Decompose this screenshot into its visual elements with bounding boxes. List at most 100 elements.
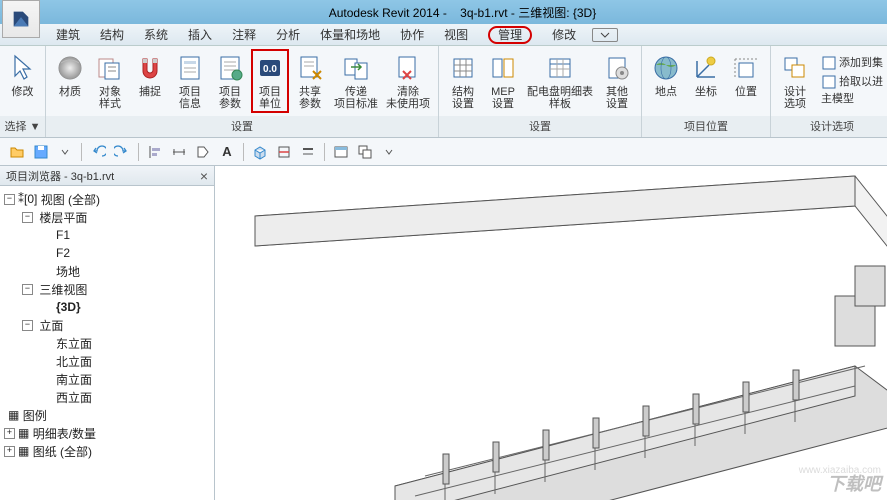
viewport-3d[interactable]: 下载吧 www.xiazaiba.com	[215, 166, 887, 500]
tree-legends[interactable]: ▦ 图例	[2, 406, 212, 424]
position-button[interactable]: 位置	[728, 50, 764, 100]
qat-align-button[interactable]	[144, 141, 166, 163]
tree-3d-views[interactable]: − 三维视图	[2, 280, 212, 298]
undo-icon	[90, 144, 106, 160]
cube-icon	[252, 144, 268, 160]
qat-dim-button[interactable]	[168, 141, 190, 163]
materials-button[interactable]: 材质	[52, 50, 88, 100]
qat-switch-window-button[interactable]	[354, 141, 376, 163]
qat-dropdown-2[interactable]	[378, 141, 400, 163]
main-area: 项目浏览器 - 3q-b1.rvt × −⁑[0] 视图 (全部) − 楼层平面…	[0, 166, 887, 500]
cursor-icon	[7, 52, 39, 84]
project-units-icon: 0.0	[254, 52, 286, 84]
project-browser-tree[interactable]: −⁑[0] 视图 (全部) − 楼层平面 F1 F2 场地 − 三维视图 {3D…	[0, 186, 214, 464]
panel-label-design-options[interactable]: 设计选项	[771, 116, 887, 137]
additional-settings-button[interactable]: 其他 设置	[599, 50, 635, 112]
section-icon	[276, 144, 292, 160]
menu-insert[interactable]: 插入	[178, 24, 222, 45]
shared-params-button[interactable]: 共享 参数	[292, 50, 328, 112]
tree-item-f1[interactable]: F1	[2, 226, 212, 244]
menu-massing[interactable]: 体量和场地	[310, 24, 390, 45]
separator	[138, 143, 139, 161]
transfer-icon	[340, 52, 372, 84]
tree-sheets[interactable]: +▦ 图纸 (全部)	[2, 442, 212, 460]
tree-item-west[interactable]: 西立面	[2, 388, 212, 406]
project-info-icon	[174, 52, 206, 84]
qat-section-button[interactable]	[273, 141, 295, 163]
structural-icon	[447, 52, 479, 84]
pick-icon	[821, 74, 837, 90]
align-icon	[147, 144, 163, 160]
tree-schedules[interactable]: +▦ 明细表/数量	[2, 424, 212, 442]
panel-label-settings[interactable]: 设置	[46, 116, 438, 137]
magnet-icon	[134, 52, 166, 84]
menu-annotate[interactable]: 注释	[222, 24, 266, 45]
qat-undo-button[interactable]	[87, 141, 109, 163]
menu-structure[interactable]: 结构	[90, 24, 134, 45]
modify-button[interactable]: 修改	[6, 50, 39, 100]
tree-item-east[interactable]: 东立面	[2, 334, 212, 352]
tree-root-views[interactable]: −⁑[0] 视图 (全部)	[2, 190, 212, 208]
project-units-button[interactable]: 0.0 项目 单位	[252, 50, 288, 112]
menu-overflow-dropdown[interactable]	[592, 28, 618, 42]
schedule-icon	[544, 52, 576, 84]
object-styles-button[interactable]: 对象 样式	[92, 50, 128, 112]
qat-redo-button[interactable]	[111, 141, 133, 163]
add-to-set-button[interactable]: 添加到集	[817, 54, 887, 72]
tree-item-site[interactable]: 场地	[2, 262, 212, 280]
snaps-button[interactable]: 捕捉	[132, 50, 168, 100]
panel-schedule-button[interactable]: 配电盘明细表 样板	[525, 50, 595, 112]
chevron-down-icon	[60, 147, 70, 157]
app-logo-button[interactable]	[2, 0, 40, 38]
tree-item-north[interactable]: 北立面	[2, 352, 212, 370]
menu-architecture[interactable]: 建筑	[46, 24, 90, 45]
project-params-button[interactable]: 项目 参数	[212, 50, 248, 112]
structural-settings-button[interactable]: 结构 设置	[445, 50, 481, 112]
purge-unused-button[interactable]: 清除 未使用项	[384, 50, 432, 112]
panel-label-settings2[interactable]: 设置	[439, 116, 641, 137]
qat-save-button[interactable]	[30, 141, 52, 163]
panel-label-location[interactable]: 项目位置	[642, 116, 770, 137]
tree-item-south[interactable]: 南立面	[2, 370, 212, 388]
panel-label-select[interactable]: 选择 ▼	[0, 116, 45, 137]
qat-text-button[interactable]: A	[216, 141, 238, 163]
qat-thin-lines-button[interactable]	[297, 141, 319, 163]
windows-icon	[357, 144, 373, 160]
svg-text:A: A	[222, 144, 232, 159]
window-icon	[333, 144, 349, 160]
watermark-url: www.xiazaiba.com	[799, 465, 881, 476]
qat-tag-button[interactable]	[192, 141, 214, 163]
menu-analyze[interactable]: 分析	[266, 24, 310, 45]
tree-item-f2[interactable]: F2	[2, 244, 212, 262]
qat-dropdown-1[interactable]	[54, 141, 76, 163]
mep-settings-button[interactable]: MEP 设置	[485, 50, 521, 112]
location-button[interactable]: 地点	[648, 50, 684, 100]
tree-floor-plans[interactable]: − 楼层平面	[2, 208, 212, 226]
add-icon	[821, 55, 837, 71]
coordinates-button[interactable]: 坐标	[688, 50, 724, 100]
project-browser-header: 项目浏览器 - 3q-b1.rvt ×	[0, 166, 214, 186]
lines-icon	[300, 144, 316, 160]
save-icon	[33, 144, 49, 160]
design-options-button[interactable]: 设计 选项	[777, 50, 813, 112]
pick-to-edit-button[interactable]: 拾取以进	[817, 73, 887, 91]
qat-close-hidden-button[interactable]	[330, 141, 352, 163]
tree-item-3d[interactable]: {3D}	[2, 298, 212, 316]
main-model-dropdown[interactable]: 主模型	[817, 92, 887, 106]
project-info-button[interactable]: 项目 信息	[172, 50, 208, 112]
tree-elevations[interactable]: − 立面	[2, 316, 212, 334]
project-browser-panel: 项目浏览器 - 3q-b1.rvt × −⁑[0] 视图 (全部) − 楼层平面…	[0, 166, 215, 500]
qat-open-button[interactable]	[6, 141, 28, 163]
menu-collab[interactable]: 协作	[390, 24, 434, 45]
qat-3d-button[interactable]	[249, 141, 271, 163]
chevron-down-icon	[600, 32, 610, 38]
ribbon-panel-design-options: 设计 选项 添加到集 拾取以进 主模型 设计选项	[771, 46, 887, 137]
menu-bar: 建筑 结构 系统 插入 注释 分析 体量和场地 协作 视图 管理 修改	[0, 24, 887, 46]
menu-modify[interactable]: 修改	[542, 24, 586, 45]
text-icon: A	[219, 144, 235, 160]
menu-view[interactable]: 视图	[434, 24, 478, 45]
menu-manage[interactable]: 管理	[478, 25, 542, 45]
close-panel-button[interactable]: ×	[200, 168, 208, 184]
transfer-standards-button[interactable]: 传递 项目标准	[332, 50, 380, 112]
menu-system[interactable]: 系统	[134, 24, 178, 45]
